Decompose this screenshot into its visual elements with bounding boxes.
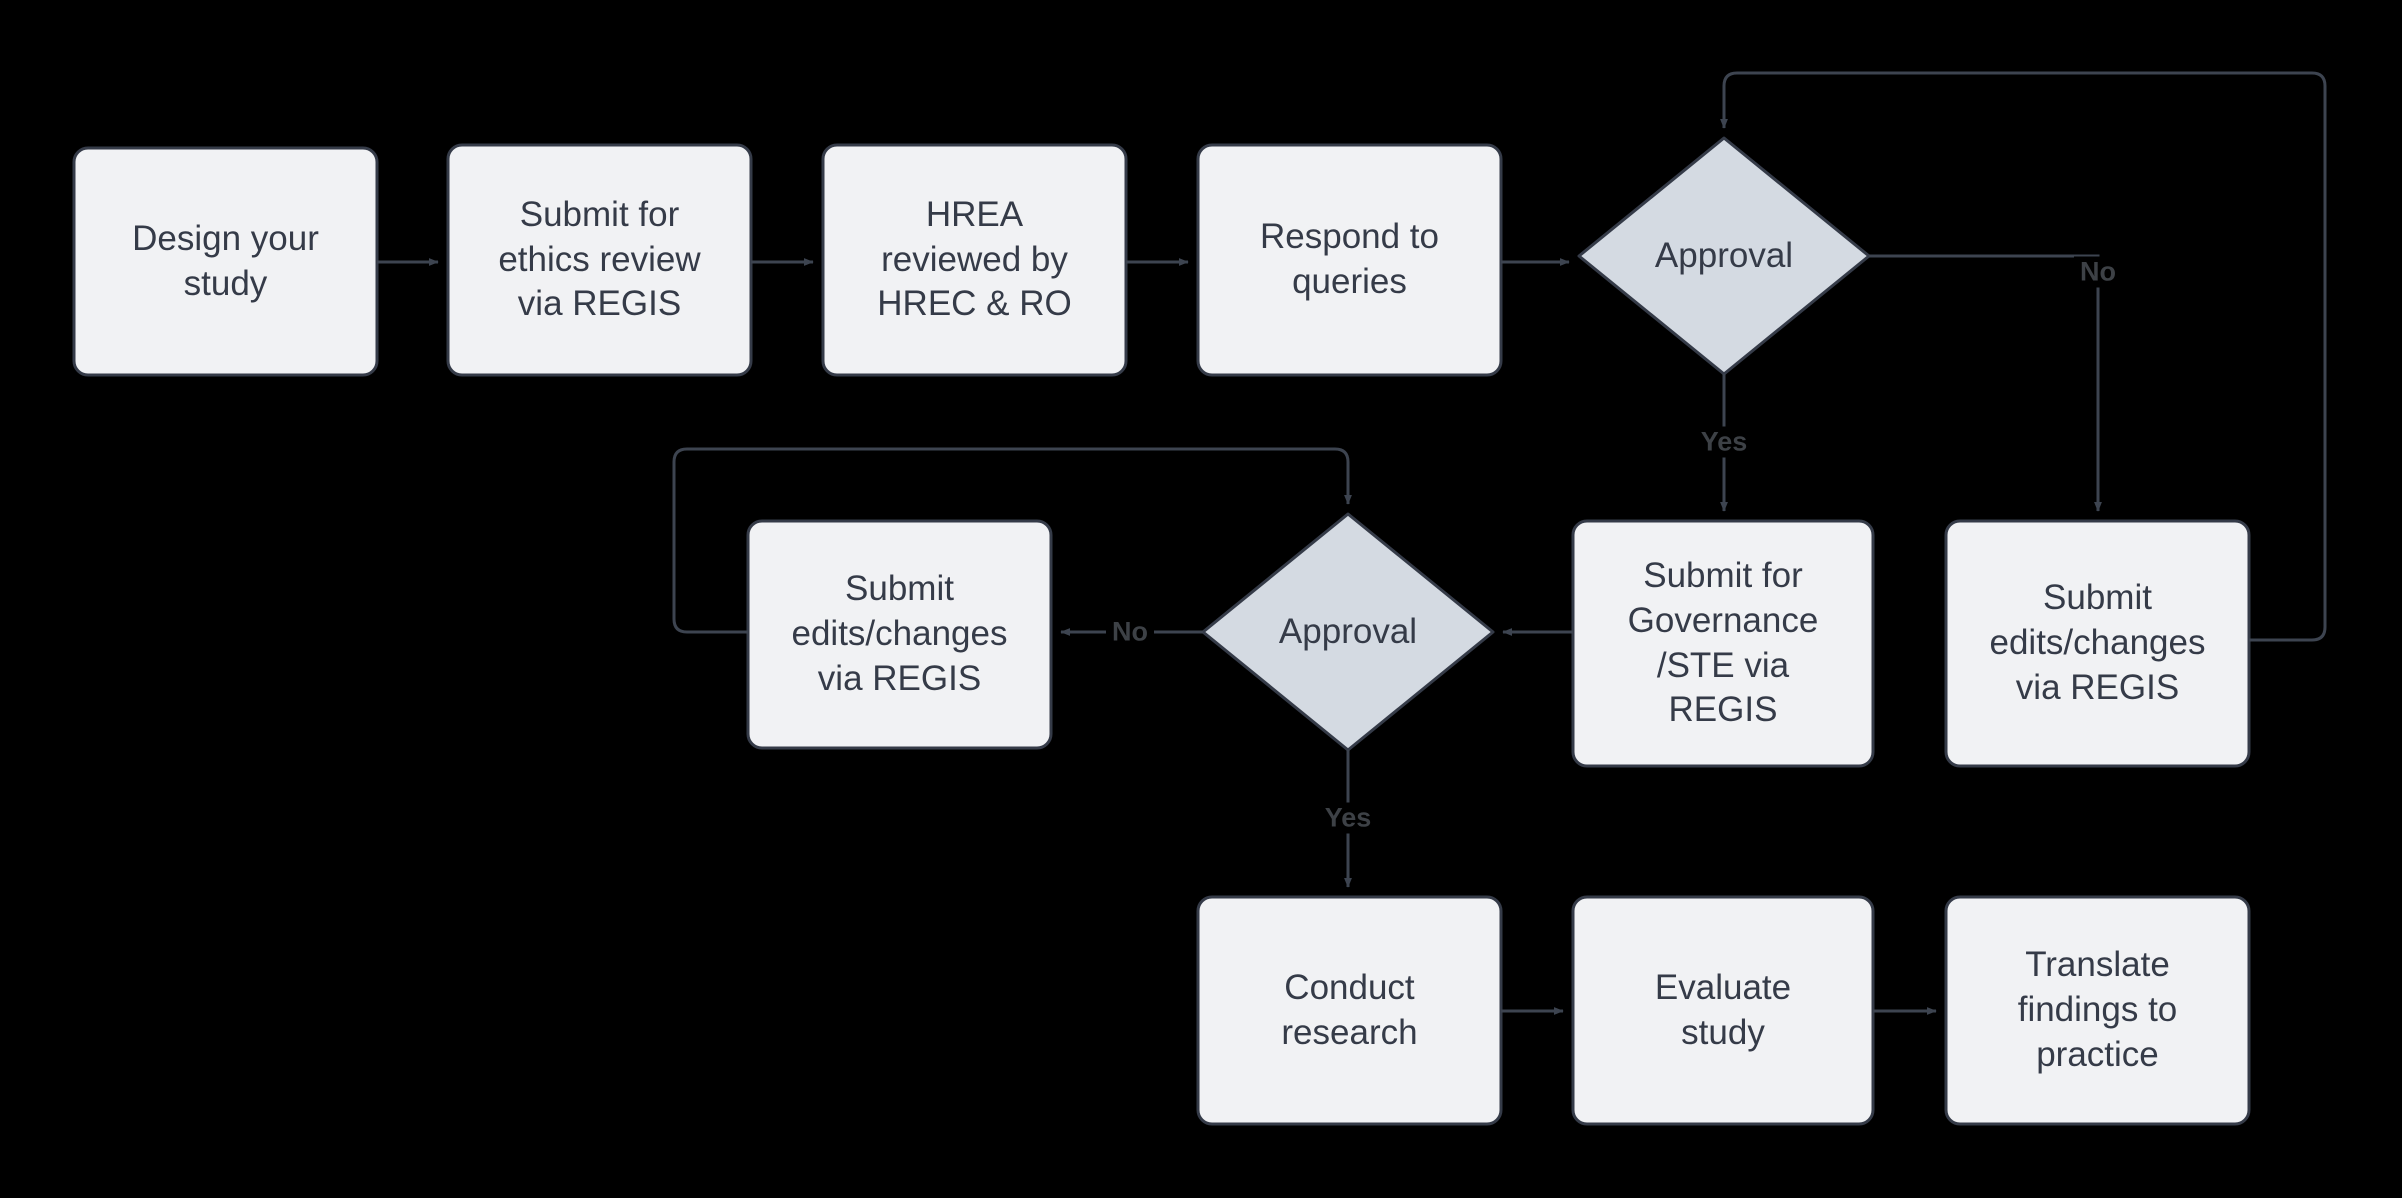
node-conduct-research[interactable] — [1196, 895, 1503, 1126]
node-hrea-reviewed[interactable] — [821, 143, 1128, 377]
node-design-study[interactable] — [72, 146, 379, 377]
node-respond-queries[interactable] — [1196, 143, 1503, 377]
edge-label-approval-governance-no: No — [1106, 616, 1154, 648]
node-evaluate-study[interactable] — [1571, 895, 1875, 1126]
node-translate-findings[interactable] — [1944, 895, 2251, 1126]
node-submit-edits-governance[interactable] — [746, 519, 1053, 750]
edge-label-approval-governance-yes: Yes — [1318, 802, 1378, 834]
node-submit-governance[interactable] — [1571, 519, 1875, 768]
node-approval-ethics[interactable] — [1577, 136, 1871, 376]
flowchart-canvas: Design your study Submit for ethics revi… — [0, 0, 2402, 1198]
edge-label-approval-ethics-no: No — [2074, 256, 2122, 288]
node-approval-governance[interactable] — [1201, 512, 1495, 752]
edge-approval-ethics-no — [1869, 254, 2102, 512]
node-submit-edits-ethics[interactable] — [1944, 519, 2251, 768]
edge-label-approval-ethics-yes: Yes — [1694, 426, 1754, 458]
node-submit-ethics-review[interactable] — [446, 143, 753, 377]
flowchart-svg — [72, 71, 2327, 1126]
